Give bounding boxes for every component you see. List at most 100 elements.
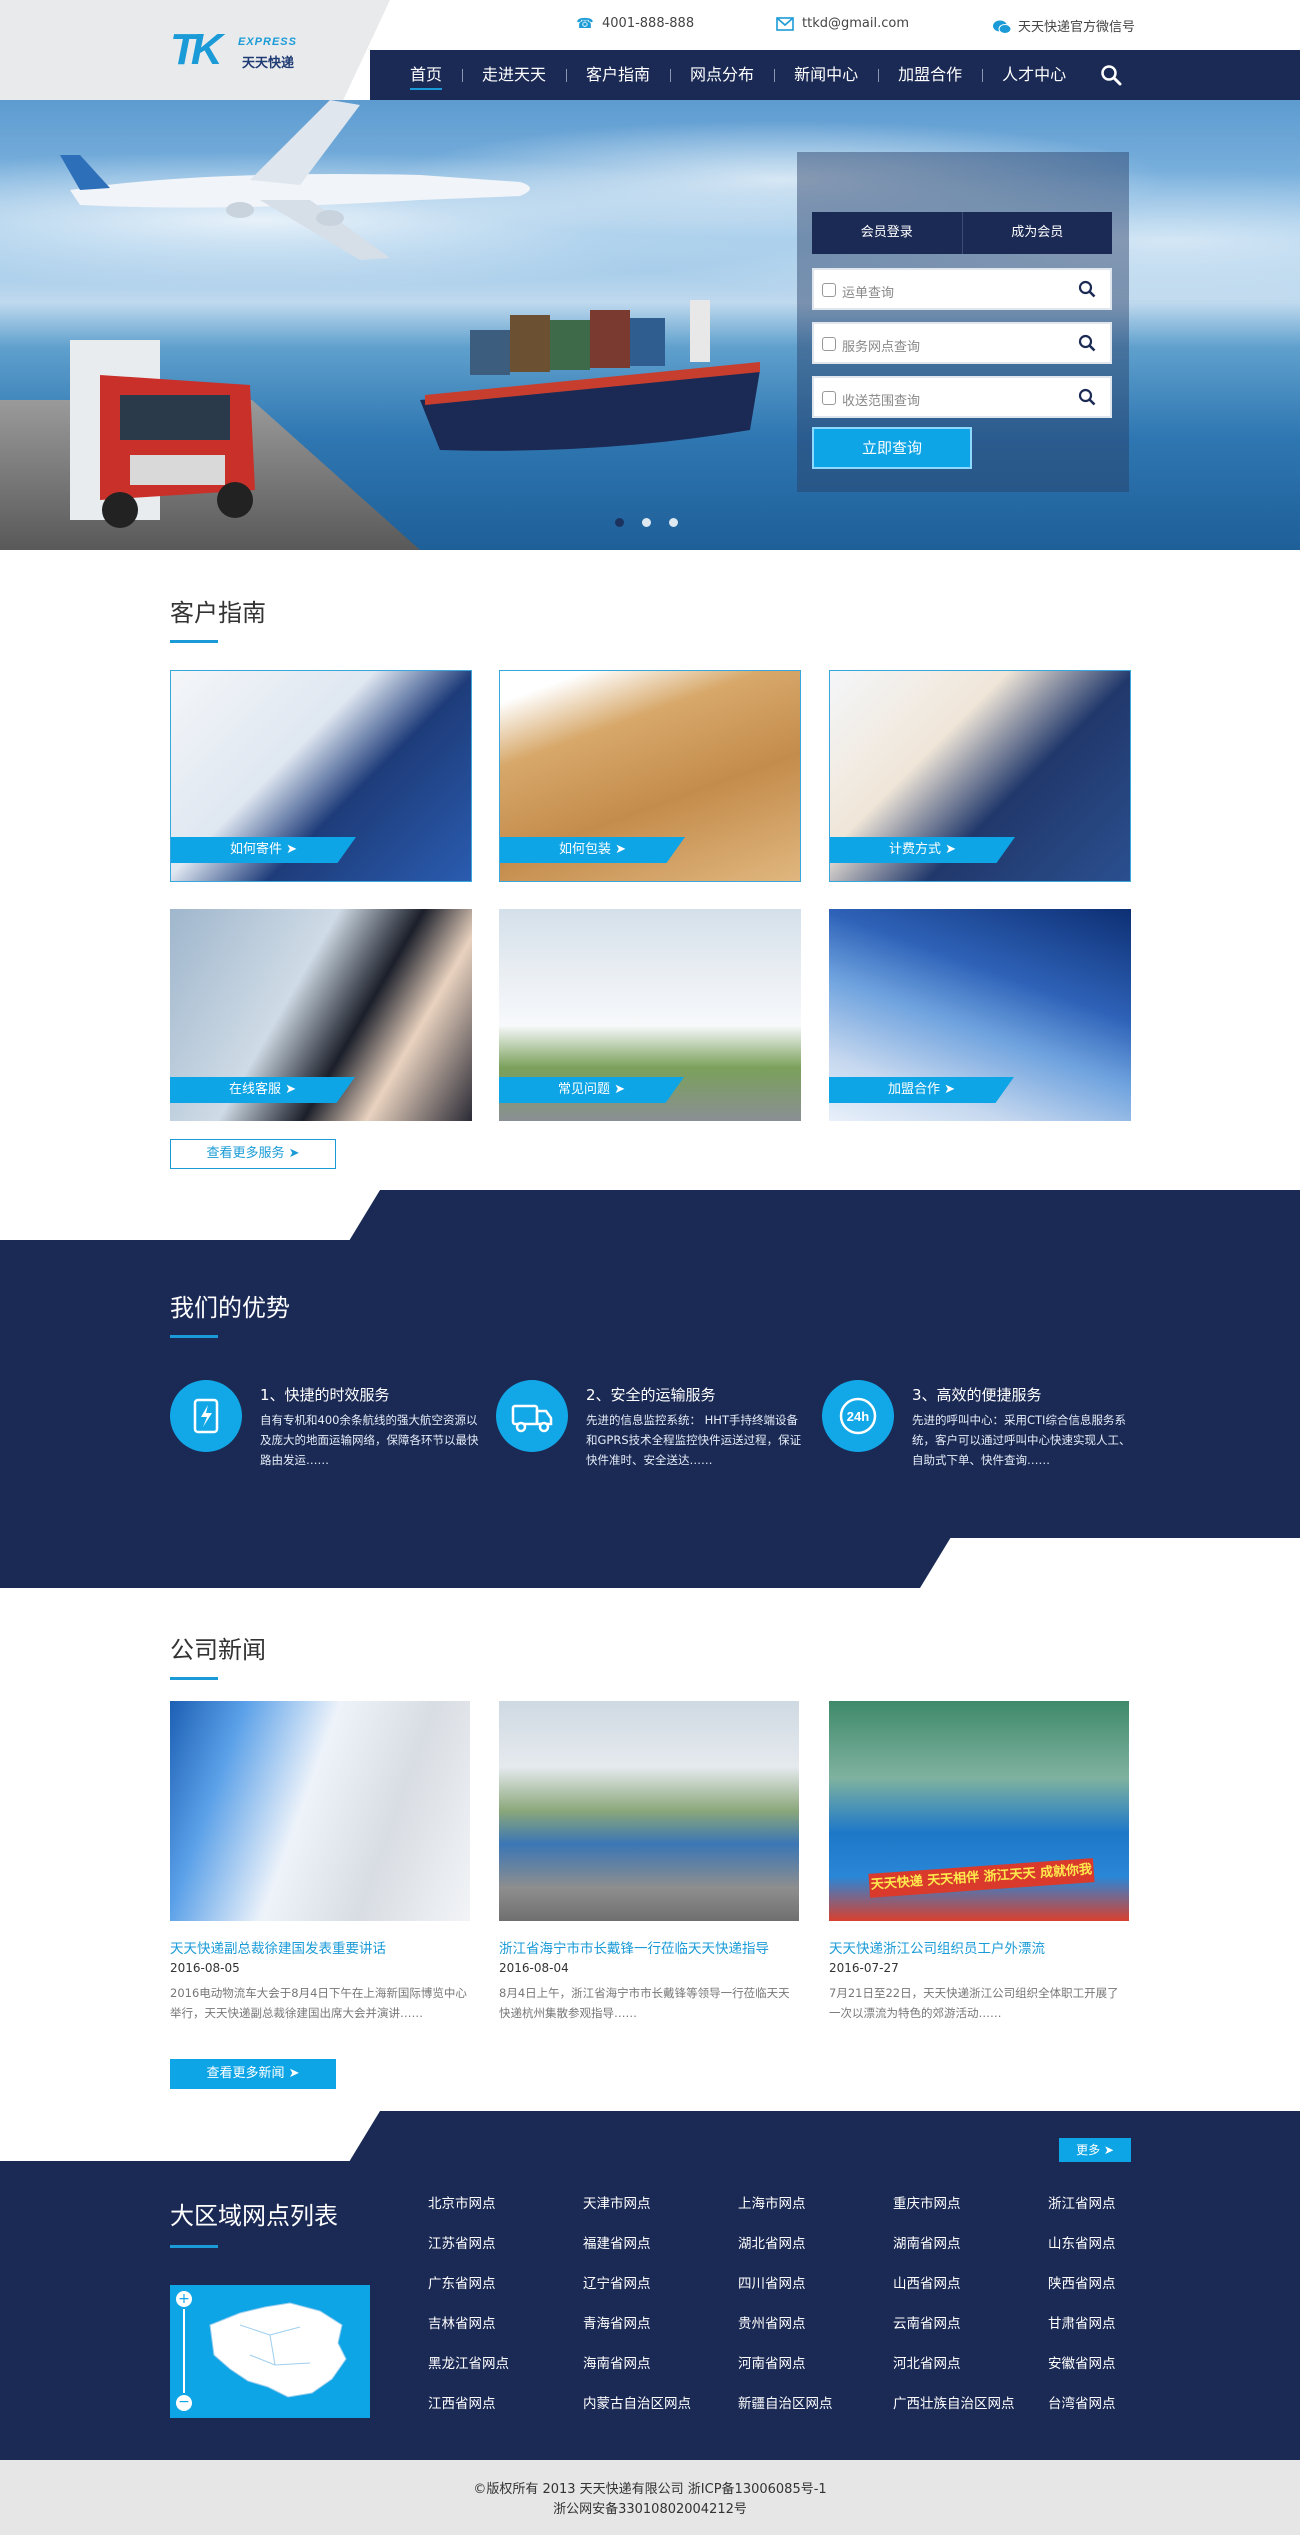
guide-card-shipping[interactable]: 如何寄件 ➤ bbox=[170, 670, 472, 882]
delivery-range-search-field[interactable]: 收送范围查询 bbox=[812, 376, 1112, 418]
carousel-dot[interactable] bbox=[642, 518, 651, 527]
guide-card-faq[interactable]: 常见问题 ➤ bbox=[499, 909, 801, 1121]
zoom-in-icon[interactable]: + bbox=[176, 2291, 192, 2307]
region-link[interactable]: 北京市网点 bbox=[428, 2193, 583, 2215]
hero-banner: 会员登录 成为会员 运单查询 服务网点查询 收送范围查询 立即查询 bbox=[0, 100, 1300, 550]
region-link[interactable]: 广东省网点 bbox=[428, 2273, 583, 2295]
query-submit-button[interactable]: 立即查询 bbox=[812, 427, 972, 469]
guide-card-label[interactable]: 加盟合作 ➤ bbox=[829, 1077, 1014, 1103]
zoom-slider[interactable] bbox=[183, 2309, 185, 2393]
contact-phone: ☎ 4001-888-888 bbox=[576, 16, 694, 31]
phone-icon: ☎ bbox=[576, 15, 594, 32]
guide-card-label[interactable]: 计费方式 ➤ bbox=[830, 837, 1015, 863]
guide-card-label[interactable]: 在线客服 ➤ bbox=[170, 1077, 355, 1103]
news-card[interactable]: 天天快递副总裁徐建国发表重要讲话 2016-08-05 2016电动物流车大会于… bbox=[170, 1701, 470, 2023]
region-link[interactable]: 山西省网点 bbox=[893, 2273, 1048, 2295]
nav-item-about[interactable]: 走进天天 bbox=[462, 50, 566, 100]
guide-card-label[interactable]: 如何包装 ➤ bbox=[500, 837, 685, 863]
news-card[interactable]: 天天快递 天天相伴 浙江天天 成就你我 天天快递浙江公司组织员工户外漂流 201… bbox=[829, 1701, 1129, 2023]
carousel-dot[interactable] bbox=[615, 518, 624, 527]
region-link[interactable]: 贵州省网点 bbox=[738, 2313, 893, 2335]
region-link[interactable]: 陕西省网点 bbox=[1048, 2273, 1203, 2295]
region-link[interactable]: 青海省网点 bbox=[583, 2313, 738, 2335]
outlet-search-field[interactable]: 服务网点查询 bbox=[812, 322, 1112, 364]
region-link[interactable]: 广西壮族自治区网点 bbox=[893, 2393, 1048, 2415]
tab-register[interactable]: 成为会员 bbox=[961, 212, 1113, 254]
region-link[interactable]: 新疆自治区网点 bbox=[738, 2393, 893, 2415]
region-link[interactable]: 天津市网点 bbox=[583, 2193, 738, 2215]
region-link[interactable]: 江苏省网点 bbox=[428, 2233, 583, 2255]
advantages-title: 我们的优势 bbox=[170, 1294, 290, 1322]
guide-card-label[interactable]: 常见问题 ➤ bbox=[499, 1077, 684, 1103]
region-link[interactable]: 浙江省网点 bbox=[1048, 2193, 1203, 2215]
nav-item-news[interactable]: 新闻中心 bbox=[774, 50, 878, 100]
news-date: 2016-07-27 bbox=[829, 1961, 899, 1975]
contact-wechat[interactable]: 天天快递官方微信号 bbox=[992, 16, 1135, 35]
region-link[interactable]: 内蒙古自治区网点 bbox=[583, 2393, 738, 2415]
delivery-range-placeholder: 收送范围查询 bbox=[842, 394, 921, 409]
region-link[interactable]: 上海市网点 bbox=[738, 2193, 893, 2215]
waybill-search-field[interactable]: 运单查询 bbox=[812, 268, 1112, 310]
carousel-dots bbox=[615, 518, 678, 527]
region-link[interactable]: 黑龙江省网点 bbox=[428, 2353, 583, 2375]
nav-item-franchise[interactable]: 加盟合作 bbox=[878, 50, 982, 100]
region-link[interactable]: 河北省网点 bbox=[893, 2353, 1048, 2375]
clock-24h-icon: 24h bbox=[822, 1380, 894, 1452]
search-icon[interactable] bbox=[1078, 280, 1096, 298]
region-link[interactable]: 云南省网点 bbox=[893, 2313, 1048, 2335]
region-link[interactable]: 湖北省网点 bbox=[738, 2233, 893, 2255]
news-summary: 8月4日上午，浙江省海宁市市长戴锋等领导一行莅临天天快递杭州集散参观指导…… bbox=[499, 1986, 790, 2020]
region-link[interactable]: 河南省网点 bbox=[738, 2353, 893, 2375]
advantage-heading: 1、快捷的时效服务 bbox=[260, 1386, 390, 1404]
region-link[interactable]: 台湾省网点 bbox=[1048, 2393, 1203, 2415]
news-card[interactable]: 浙江省海宁市市长戴锋一行莅临天天快递指导 2016-08-04 8月4日上午，浙… bbox=[499, 1701, 799, 2023]
carousel-dot[interactable] bbox=[669, 518, 678, 527]
more-news-button[interactable]: 查看更多新闻 ➤ bbox=[170, 2059, 336, 2089]
logo-mark: TK bbox=[170, 25, 223, 74]
section-notch bbox=[0, 2111, 380, 2161]
region-link[interactable]: 吉林省网点 bbox=[428, 2313, 583, 2335]
logo[interactable]: TK EXPRESS 天天快递 bbox=[170, 28, 300, 74]
region-link[interactable]: 湖南省网点 bbox=[893, 2233, 1048, 2255]
guide-card-online-service[interactable]: 在线客服 ➤ bbox=[170, 909, 472, 1121]
news-image[interactable]: 天天快递 天天相伴 浙江天天 成就你我 bbox=[829, 1701, 1129, 1921]
search-icon[interactable] bbox=[1100, 64, 1122, 86]
news-image[interactable] bbox=[499, 1701, 799, 1921]
nav-item-guide[interactable]: 客户指南 bbox=[566, 50, 670, 100]
news-date: 2016-08-05 bbox=[170, 1961, 240, 1975]
zoom-out-icon[interactable]: − bbox=[176, 2395, 192, 2411]
guide-card-label[interactable]: 如何寄件 ➤ bbox=[171, 837, 356, 863]
news-title[interactable]: 天天快递副总裁徐建国发表重要讲话 bbox=[170, 1937, 470, 1957]
guide-card-franchise[interactable]: 加盟合作 ➤ bbox=[829, 909, 1131, 1121]
search-icon[interactable] bbox=[1078, 388, 1096, 406]
news-title[interactable]: 浙江省海宁市市长戴锋一行莅临天天快递指导 bbox=[499, 1937, 799, 1957]
news-title[interactable]: 天天快递浙江公司组织员工户外漂流 bbox=[829, 1937, 1129, 1957]
more-services-button[interactable]: 查看更多服务 ➤ bbox=[170, 1139, 336, 1169]
tab-member-login[interactable]: 会员登录 bbox=[812, 212, 962, 254]
guide-card-packaging[interactable]: 如何包装 ➤ bbox=[499, 670, 801, 882]
nav-item-outlets[interactable]: 网点分布 bbox=[670, 50, 774, 100]
guide-card-pricing[interactable]: 计费方式 ➤ bbox=[829, 670, 1131, 882]
region-link[interactable]: 江西省网点 bbox=[428, 2393, 583, 2415]
region-link[interactable]: 甘肃省网点 bbox=[1048, 2313, 1203, 2335]
region-link[interactable]: 海南省网点 bbox=[583, 2353, 738, 2375]
news-date: 2016-08-04 bbox=[499, 1961, 569, 1975]
regions-more-button[interactable]: 更多 ➤ bbox=[1059, 2138, 1131, 2162]
china-map[interactable]: + − bbox=[170, 2285, 370, 2418]
nav-item-careers[interactable]: 人才中心 bbox=[982, 50, 1086, 100]
nav-item-home[interactable]: 首页 bbox=[390, 50, 462, 100]
news-summary: 7月21日至22日，天天快递浙江公司组织全体职工开展了一次以漂流为特色的郊游活动… bbox=[829, 1986, 1119, 2020]
region-link[interactable]: 辽宁省网点 bbox=[583, 2273, 738, 2295]
region-link[interactable]: 重庆市网点 bbox=[893, 2193, 1048, 2215]
wechat-icon bbox=[992, 19, 1012, 34]
region-link[interactable]: 四川省网点 bbox=[738, 2273, 893, 2295]
news-image[interactable] bbox=[170, 1701, 470, 1921]
main-nav: 首页 走进天天 客户指南 网点分布 新闻中心 加盟合作 人才中心 bbox=[370, 50, 1300, 100]
search-icon[interactable] bbox=[1078, 334, 1096, 352]
contact-email[interactable]: ttkd@gmail.com bbox=[776, 16, 909, 31]
region-link[interactable]: 安徽省网点 bbox=[1048, 2353, 1203, 2375]
section-notch bbox=[0, 1190, 380, 1240]
advantage-heading: 2、安全的运输服务 bbox=[586, 1386, 716, 1404]
region-link[interactable]: 山东省网点 bbox=[1048, 2233, 1203, 2255]
region-link[interactable]: 福建省网点 bbox=[583, 2233, 738, 2255]
